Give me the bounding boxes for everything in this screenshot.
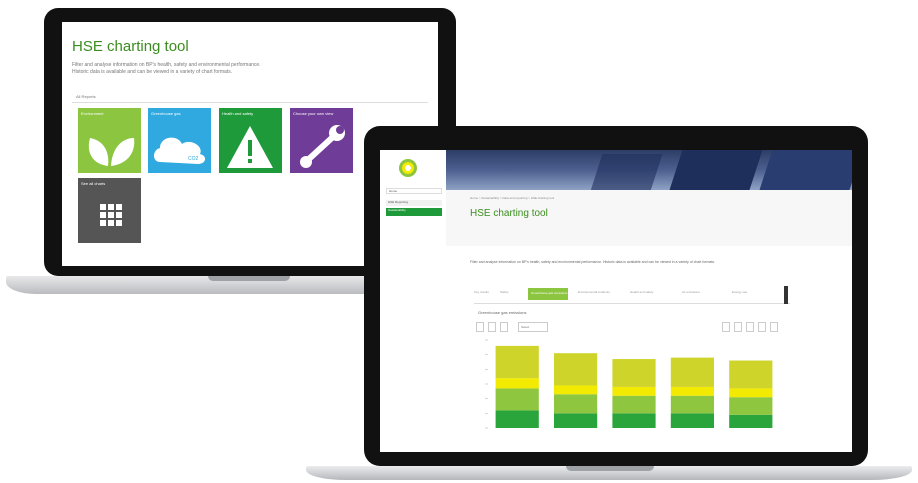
sidebar: Home HSE Reporting Sustainability (380, 150, 446, 452)
sidebar-item-home[interactable]: Home (386, 188, 442, 194)
laptop-front-notch (566, 466, 654, 471)
share-icon[interactable] (770, 322, 778, 332)
bar-chart-icon[interactable] (734, 322, 742, 332)
page-description: Filter and analyse information on BP's h… (72, 62, 372, 76)
tile-choose-your-own-view[interactable]: Choose your own view (290, 108, 353, 173)
stacked-bar-chart (485, 339, 773, 429)
email-icon[interactable] (500, 322, 508, 332)
bar-segment-4-3[interactable] (729, 360, 773, 389)
line-chart-icon[interactable] (722, 322, 730, 332)
tab-label: Greenhouse gas emissions (531, 291, 568, 295)
cloud-icon: CO2 (154, 137, 206, 164)
bar-segment-2-3[interactable] (612, 359, 656, 387)
bar-segment-2-1[interactable] (612, 395, 656, 414)
marketing-composite: HSE charting tool Filter and analyse inf… (0, 0, 918, 483)
tab-environmental-incidents[interactable]: Environmental incidents (578, 290, 610, 294)
download-icon[interactable] (758, 322, 766, 332)
linkedin-icon[interactable] (488, 322, 496, 332)
bar-segment-1-2[interactable] (553, 385, 598, 395)
bar-segment-3-2[interactable] (670, 386, 715, 396)
wrench-icon (300, 125, 345, 168)
bar-segment-0-3[interactable] (495, 345, 539, 379)
tile-health-and-safety[interactable]: Health and safety (219, 108, 282, 173)
bar-segment-0-0[interactable] (495, 410, 539, 428)
leaf-icon (88, 138, 135, 166)
sidebar-item-sustainability[interactable]: Sustainability (386, 208, 442, 216)
tab-safety[interactable]: Safety (500, 290, 509, 294)
bar-segment-4-0[interactable] (729, 414, 773, 428)
bar-segment-2-2[interactable] (612, 386, 656, 396)
tab-air-emissions[interactable]: Air emissions (682, 290, 700, 294)
filter-chip[interactable]: All Reports (76, 94, 96, 99)
bp-logo-icon (399, 159, 417, 177)
laptop-front-screen: Home HSE Reporting Sustainability Home >… (380, 150, 852, 452)
tabs-scroll-handle[interactable] (784, 286, 788, 304)
tile-greenhouse-gas[interactable]: Greenhouse gas CO2 (148, 108, 211, 173)
page-title: HSE charting tool (470, 208, 548, 219)
table-icon[interactable] (746, 322, 754, 332)
tab-key-results[interactable]: Key results (474, 290, 489, 294)
bar-segment-1-3[interactable] (553, 353, 598, 386)
grid-icon (100, 204, 122, 226)
page-title: HSE charting tool (72, 38, 189, 55)
bar-segment-4-2[interactable] (729, 388, 773, 398)
laptop-back-notch (208, 276, 290, 281)
tab-greenhouse-gas[interactable]: Greenhouse gas emissions (528, 288, 568, 300)
page-description: Filter and analyse information on BP's h… (470, 260, 716, 264)
bar-segment-0-1[interactable] (495, 388, 539, 411)
bar-segment-1-0[interactable] (553, 413, 598, 428)
chart-toolbar: Select (476, 322, 786, 334)
co2-label: CO2 (188, 156, 199, 162)
bar-segment-1-1[interactable] (553, 394, 598, 414)
bar-segment-2-0[interactable] (612, 413, 656, 428)
tile-environment[interactable]: Environment (78, 108, 141, 173)
description-line-1: Filter and analyse information on BP's h… (72, 62, 261, 68)
bar-segment-4-1[interactable] (729, 397, 773, 415)
chart-title: Greenhouse gas emissions (478, 310, 527, 315)
facebook-icon[interactable] (476, 322, 484, 332)
hero-banner-solar-panels (446, 150, 852, 190)
divider (72, 102, 428, 103)
sidebar-item-hse-reporting[interactable]: HSE Reporting (386, 200, 442, 206)
warning-icon (227, 126, 273, 168)
tab-energy-use[interactable]: Energy use (732, 290, 747, 294)
chart-select[interactable]: Select (518, 322, 548, 332)
tile-see-all-charts[interactable]: See all charts (78, 178, 141, 243)
chart-tabs: Key results Safety Greenhouse gas emissi… (474, 288, 790, 304)
tab-health-and-safety[interactable]: Health and safety (630, 290, 653, 294)
bar-segment-3-1[interactable] (670, 395, 715, 414)
bar-segment-0-2[interactable] (495, 378, 539, 389)
breadcrumb[interactable]: Home > Sustainability > Data and reporti… (470, 196, 554, 200)
select-value: Select (521, 325, 530, 329)
bar-segment-3-3[interactable] (670, 357, 715, 387)
bar-segment-3-0[interactable] (670, 413, 715, 428)
description-line-2: Historic data is available and can be vi… (72, 69, 233, 75)
